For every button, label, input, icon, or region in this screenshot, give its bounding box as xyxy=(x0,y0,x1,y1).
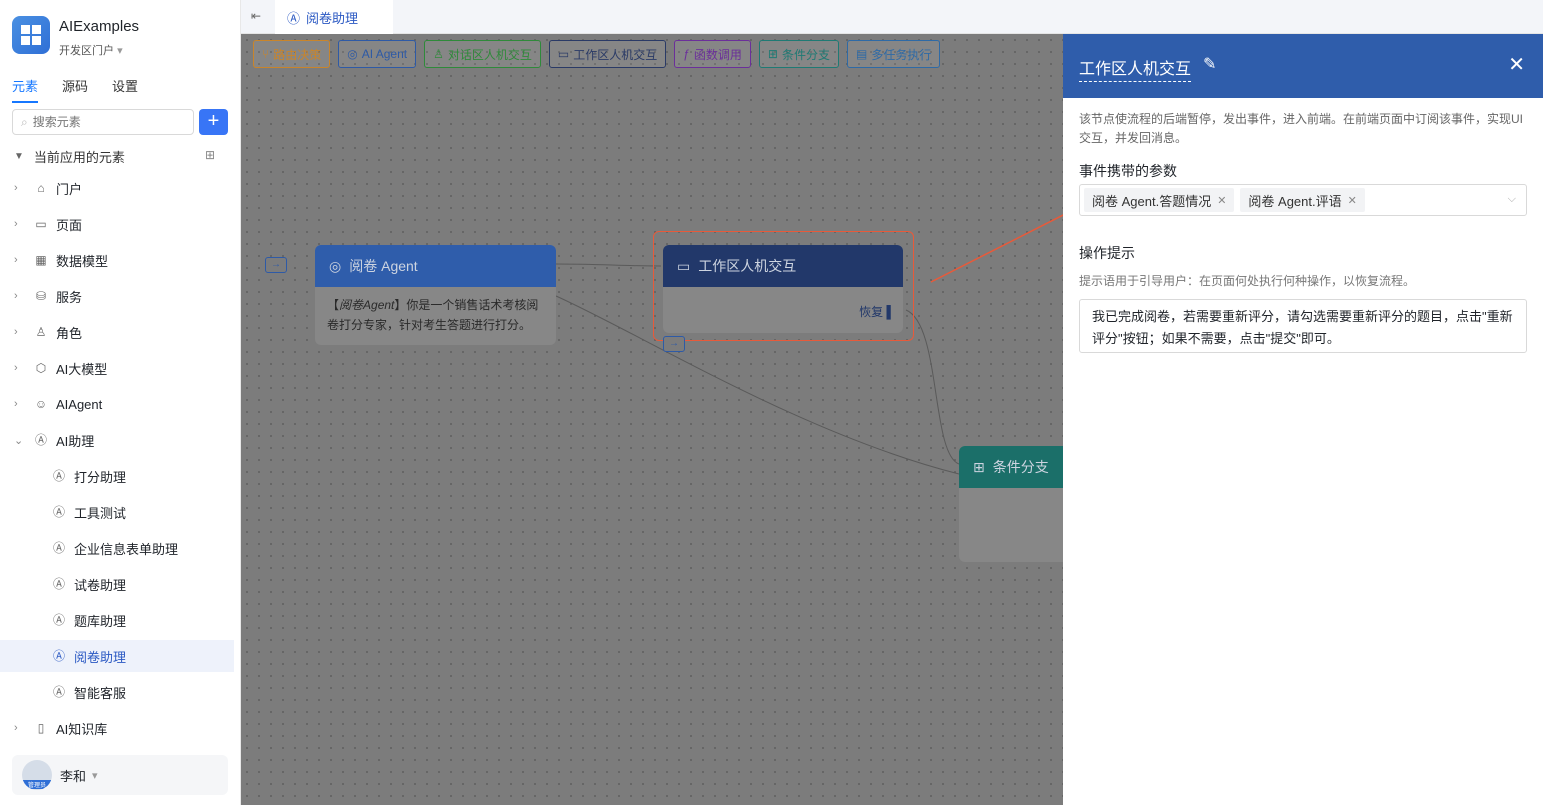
sidebar-child-item[interactable]: Ⓐ 试卷助理 xyxy=(0,568,234,600)
param-tag: 阅卷 Agent.评语 ✕ xyxy=(1240,188,1365,212)
role-icon: ♙ xyxy=(35,325,47,339)
chevron-down-icon: ⌵ xyxy=(1507,193,1516,205)
agent-node-title: 阅卷 Agent xyxy=(349,258,418,274)
sidebar-child-item[interactable]: Ⓐ 打分助理 xyxy=(0,460,234,492)
caret-down-icon: ▼ xyxy=(14,151,24,162)
collapse-sidebar-icon[interactable]: ⇤ xyxy=(251,9,261,23)
sidebar-child-item[interactable]: Ⓐ 智能客服 xyxy=(0,676,234,708)
tab-elements[interactable]: 元素 xyxy=(12,76,39,103)
table-icon: ▦ xyxy=(35,253,47,267)
ai-icon: Ⓐ xyxy=(52,541,65,555)
tab-current-doc[interactable]: Ⓐ 阅卷助理 xyxy=(275,0,393,34)
tab-source[interactable]: 源码 xyxy=(62,76,88,103)
sidebar-child-item[interactable]: Ⓐ 题库助理 xyxy=(0,604,234,636)
hint-description: 提示语用于引导用户：在页面何处执行何种操作，以恢复流程。 xyxy=(1079,274,1416,288)
robot-icon: ☺ xyxy=(34,397,48,411)
service-icon: ⛁ xyxy=(35,289,47,303)
search-box: ⌕ xyxy=(12,109,194,135)
flow-canvas[interactable]: ⑂ 路由决策 ◎ AI Agent ♙ 对话区人机交互 ▭ 工作区人机交互 ƒ 函数调用 … xyxy=(241,34,1069,805)
app-name: AIExamples xyxy=(59,18,140,35)
sidebar-item-aiagent[interactable]: › ☺ AIAgent xyxy=(0,388,234,420)
remove-tag-icon[interactable]: ✕ xyxy=(1217,194,1226,207)
panel-description: 该节点使流程的后端暂停，发出事件，进入前端。在前端页面中订阅该事件，实现UI交互… xyxy=(1079,112,1524,145)
ai-icon: Ⓐ xyxy=(52,505,65,519)
agent-icon: ◎ xyxy=(329,257,342,274)
search-icon: ⌕ xyxy=(21,114,28,129)
sidebar-child-item-active[interactable]: Ⓐ 阅卷助理 xyxy=(0,640,234,672)
sidebar-tabs: 元素 源码 设置 xyxy=(12,76,138,103)
user-name: 李和 xyxy=(60,768,87,784)
workspace-out-port[interactable]: → xyxy=(663,336,685,352)
branch-node-title: 条件分支 xyxy=(992,459,1049,475)
ai-icon: Ⓐ xyxy=(52,613,65,627)
selection-highlight xyxy=(653,231,914,341)
tab-settings[interactable]: 设置 xyxy=(112,76,138,103)
topbar: ⇤ Ⓐ 阅卷助理 xyxy=(241,0,1543,34)
branch-icon: ⊞ xyxy=(973,458,985,475)
model-icon: ⬡ xyxy=(35,361,47,375)
remove-tag-icon[interactable]: ✕ xyxy=(1348,194,1357,207)
app-logo xyxy=(12,16,50,54)
section-title[interactable]: ▼ 当前应用的元素 xyxy=(14,147,125,166)
sidebar-child-item[interactable]: Ⓐ 工具测试 xyxy=(0,496,234,528)
chevron-down-icon: ▾ xyxy=(117,45,123,57)
sidebar-item-service[interactable]: › ⛁ 服务 xyxy=(0,280,234,312)
hint-textarea[interactable]: 我已完成阅卷，若需要重新评分，请勾选需要重新评分的题目，点击"重新评分"按钮；如… xyxy=(1079,299,1527,353)
sidebar-item-page[interactable]: › ▭ 页面 xyxy=(0,208,234,240)
branch-node[interactable]: ⊞ 条件分支 xyxy=(959,446,1069,562)
structure-icon[interactable]: ⊞ xyxy=(205,148,219,162)
sidebar-item-ai-assistant[interactable]: ⌄ Ⓐ AI助理 xyxy=(0,424,234,456)
properties-panel: 工作区人机交互 ✎ ✕ 该节点使流程的后端暂停，发出事件，进入前端。在前端页面中… xyxy=(1063,34,1543,805)
ai-icon: Ⓐ xyxy=(52,577,65,591)
ai-icon: Ⓐ xyxy=(52,685,65,699)
home-icon: ⌂ xyxy=(37,181,45,195)
portal-selector[interactable]: 开发区门户 ▾ xyxy=(59,42,123,58)
edit-icon[interactable]: ✎ xyxy=(1203,54,1216,74)
sidebar-item-role[interactable]: › ♙ 角色 xyxy=(0,316,234,348)
page-icon: ▭ xyxy=(35,217,47,231)
hint-label: 操作提示 xyxy=(1079,245,1135,261)
sidebar-item-knowledge[interactable]: › ▯ AI知识库 xyxy=(0,712,234,744)
start-port[interactable]: → xyxy=(265,257,287,273)
close-icon[interactable]: ✕ xyxy=(1508,52,1525,77)
search-input[interactable] xyxy=(32,115,173,129)
params-label: 事件携带的参数 xyxy=(1079,163,1177,179)
sidebar-item-ai-model[interactable]: › ⬡ AI大模型 xyxy=(0,352,234,384)
sidebar-item-data-model[interactable]: › ▦ 数据模型 xyxy=(0,244,234,276)
param-tag: 阅卷 Agent.答题情况 ✕ xyxy=(1084,188,1235,212)
sidebar-item-portal[interactable]: › ⌂ 门户 xyxy=(0,172,234,204)
chevron-down-icon: ▾ xyxy=(92,769,98,782)
agent-node[interactable]: ◎ 阅卷 Agent 【阅卷Agent】你是一个销售话术考核阅卷打分专家，针对考… xyxy=(315,245,556,345)
sidebar: AIExamples 开发区门户 ▾ 元素 源码 设置 ⌕ + ▼ 当前应用的元… xyxy=(0,0,241,805)
ai-icon: Ⓐ xyxy=(52,469,65,483)
edges xyxy=(555,214,1063,475)
ai-icon: Ⓐ xyxy=(52,649,65,663)
add-element-button[interactable]: + xyxy=(199,109,228,135)
book-icon: ▯ xyxy=(37,721,45,735)
panel-title[interactable]: 工作区人机交互 xyxy=(1079,55,1192,82)
params-select[interactable]: 阅卷 Agent.答题情况 ✕ 阅卷 Agent.评语 ✕ ⌵ xyxy=(1079,184,1527,216)
ai-icon: Ⓐ xyxy=(34,433,47,447)
sidebar-child-item[interactable]: Ⓐ 企业信息表单助理 xyxy=(0,532,234,564)
ai-icon: Ⓐ xyxy=(287,10,301,26)
user-menu[interactable]: 管理员 李和 ▾ xyxy=(12,755,228,795)
avatar: 管理员 xyxy=(22,760,52,790)
